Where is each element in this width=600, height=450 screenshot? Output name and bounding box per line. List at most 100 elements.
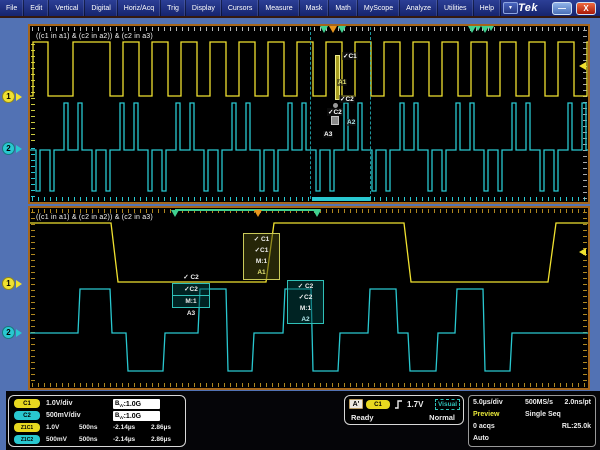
search-mark-icon [320, 26, 328, 33]
menu-item-display[interactable]: Display [186, 0, 222, 16]
menu-item-myscope[interactable]: MyScope [358, 0, 400, 16]
ch2-readout-row: C2 500mV/div BW:1.0G [9, 411, 185, 422]
horizontal-readout-box: 5.0µs/div 500MS/s 2.0ns/pt Preview Singl… [468, 395, 596, 447]
waveform-window-main [28, 24, 590, 204]
timebase[interactable]: 5.0µs/div [473, 399, 503, 406]
menu-item-mask[interactable]: Mask [300, 0, 330, 16]
minimize-button[interactable]: — [552, 2, 572, 15]
ch2-badge[interactable]: C2 [14, 411, 40, 420]
visual-trigger-a1-label: A1 [337, 79, 347, 86]
ch1-readout-row: C1 1.0V/div BW:1.0G [9, 399, 185, 410]
menu-overflow-button[interactable]: ▼ [503, 2, 518, 14]
z1c2-delay1: -2.14µs [113, 436, 135, 443]
menu-item-horiz-acq[interactable]: Horiz/Acq [118, 0, 161, 16]
menu-item-cursors[interactable]: Cursors [222, 0, 260, 16]
area-check-label: ✓C2 [288, 292, 323, 303]
visual-trigger-badge[interactable]: Visual [435, 399, 460, 410]
zoom-region-bar[interactable] [312, 197, 371, 201]
ruler-left-main-ch1 [31, 44, 35, 146]
ch2-bandwidth: BW:1.0G [113, 411, 160, 421]
menu-item-help[interactable]: Help [474, 0, 501, 16]
area-check-label: ✓ C2 [288, 281, 323, 292]
search-mark-icon [338, 26, 346, 33]
horizontal-row3: 0 acqs RL:25.0k [469, 423, 595, 434]
visual-trigger-area-bar[interactable] [335, 55, 340, 100]
vertical-readout-box: C1 1.0V/div BW:1.0G C2 500mV/div BW:1.0G… [8, 395, 186, 447]
ch1-reference-marker-main[interactable]: 1 [2, 90, 15, 103]
z1c1-time: 500ns [79, 424, 97, 431]
area-mode-label: M:1 [172, 296, 210, 308]
trigger-status: Ready [351, 413, 374, 422]
menu-bar: File Edit Vertical Digital Horiz/Acq Tri… [0, 0, 600, 18]
z1c2-badge[interactable]: Z1C2 [14, 435, 40, 444]
sequence-mode: Single Seq [525, 411, 561, 418]
ch1-reference-arrow-main [16, 93, 22, 101]
record-length: RL:25.0k [562, 423, 591, 430]
close-button[interactable]: X [576, 2, 596, 15]
zoom-region-left-edge[interactable] [310, 27, 311, 199]
trigger-position-marker-icon[interactable] [329, 26, 337, 33]
z1c1-readout-row: Z1C1 1.0V 500ns -2.14µs 2.86µs [9, 423, 185, 434]
ch2-reference-arrow-main [16, 145, 22, 153]
ruler-left-zoom [31, 212, 35, 386]
visual-trigger-a3-label: A3 [323, 131, 333, 138]
area-name-label: A2 [288, 314, 323, 325]
oscilloscope-app: File Edit Vertical Digital Horiz/Acq Tri… [0, 0, 600, 450]
trigger-level-arrow-zoom[interactable] [579, 248, 586, 256]
ch2-reference-marker-zoom[interactable]: 2 [2, 326, 15, 339]
trigger-level-arrow-main[interactable] [579, 62, 586, 70]
ruler-right-main [583, 30, 587, 200]
ch2-scale[interactable]: 500mV/div [46, 412, 81, 419]
search-mark-icon [488, 26, 494, 31]
visual-trigger-area-box-a2[interactable]: ✓ C2 ✓C2 M:1 A2 [287, 280, 324, 324]
trigger-position-marker-icon[interactable] [254, 210, 262, 217]
z1c1-delay1: -2.14µs [113, 424, 135, 431]
menu-item-edit[interactable]: Edit [24, 0, 49, 16]
trigger-level-value[interactable]: 1.7V [407, 400, 423, 409]
visual-trigger-c2-label-top: ✓C2 [339, 95, 355, 103]
ch1-reference-marker-zoom[interactable]: 1 [2, 277, 15, 290]
menu-item-digital[interactable]: Digital [85, 0, 117, 16]
trigger-row2: Ready Normal [345, 413, 463, 424]
area-mode-label: M:1 [288, 303, 323, 314]
ch1-bandwidth: BW:1.0G [113, 399, 160, 409]
zoom-span-end-marker-icon[interactable] [313, 210, 321, 217]
menu-item-measure[interactable]: Measure [259, 0, 299, 16]
menu-item-file[interactable]: File [0, 0, 24, 16]
zoom-region-right-edge[interactable] [370, 27, 371, 199]
ruler-right-zoom [583, 212, 587, 386]
ch2-reference-arrow-zoom [16, 329, 22, 337]
ch2-reference-marker-main[interactable]: 2 [2, 142, 15, 155]
trigger-source-badge[interactable]: C1 [366, 400, 390, 409]
area-check-label: ✓ C2 [172, 272, 210, 283]
z1c1-badge[interactable]: Z1C1 [14, 423, 40, 432]
trigger-a-badge[interactable]: A' [349, 399, 363, 409]
marker-handle-box-icon[interactable] [331, 116, 339, 125]
visual-trigger-c2-label: ✓C2 [327, 108, 343, 116]
visual-trigger-area-box-a1[interactable]: ✓ C1 ✓C1 M:1 A1 [243, 233, 280, 280]
zoom-span-start-marker-icon[interactable] [171, 210, 179, 217]
ruler-bottom-main [32, 197, 586, 201]
trigger-readout-box: A' C1 1.7V Visual Ready Normal [344, 395, 464, 425]
ch1-badge[interactable]: C1 [14, 399, 40, 408]
visual-trigger-area-box-a3[interactable]: ✓ C2 ✓C2 M:1 A3 [172, 272, 210, 320]
horizontal-row1: 5.0µs/div 500MS/s 2.0ns/pt [469, 399, 595, 410]
menu-item-trig[interactable]: Trig [161, 0, 186, 16]
z1c2-scale: 500mV [46, 436, 67, 443]
z1c1-delay2: 2.86µs [151, 424, 171, 431]
readout-bar: C1 1.0V/div BW:1.0G C2 500mV/div BW:1.0G… [6, 391, 600, 450]
ruler-left-main-ch2 [31, 148, 35, 200]
sample-rate: 500MS/s [525, 399, 553, 406]
z1c1-scale: 1.0V [46, 424, 59, 431]
ruler-bottom-zoom [32, 383, 586, 387]
menu-item-analyze[interactable]: Analyze [400, 0, 438, 16]
menu-item-utilities[interactable]: Utilities [438, 0, 474, 16]
menu-item-math[interactable]: Math [329, 0, 358, 16]
acquisition-count: 0 acqs [473, 423, 495, 430]
area-check-label: ✓ C1 [244, 234, 279, 245]
visual-trigger-a2-label: A2 [346, 119, 356, 126]
trigger-row1: A' C1 1.7V Visual [345, 399, 463, 410]
menu-item-vertical[interactable]: Vertical [49, 0, 85, 16]
ch1-scale[interactable]: 1.0V/div [46, 400, 72, 407]
horizontal-row4: Auto [469, 435, 595, 446]
